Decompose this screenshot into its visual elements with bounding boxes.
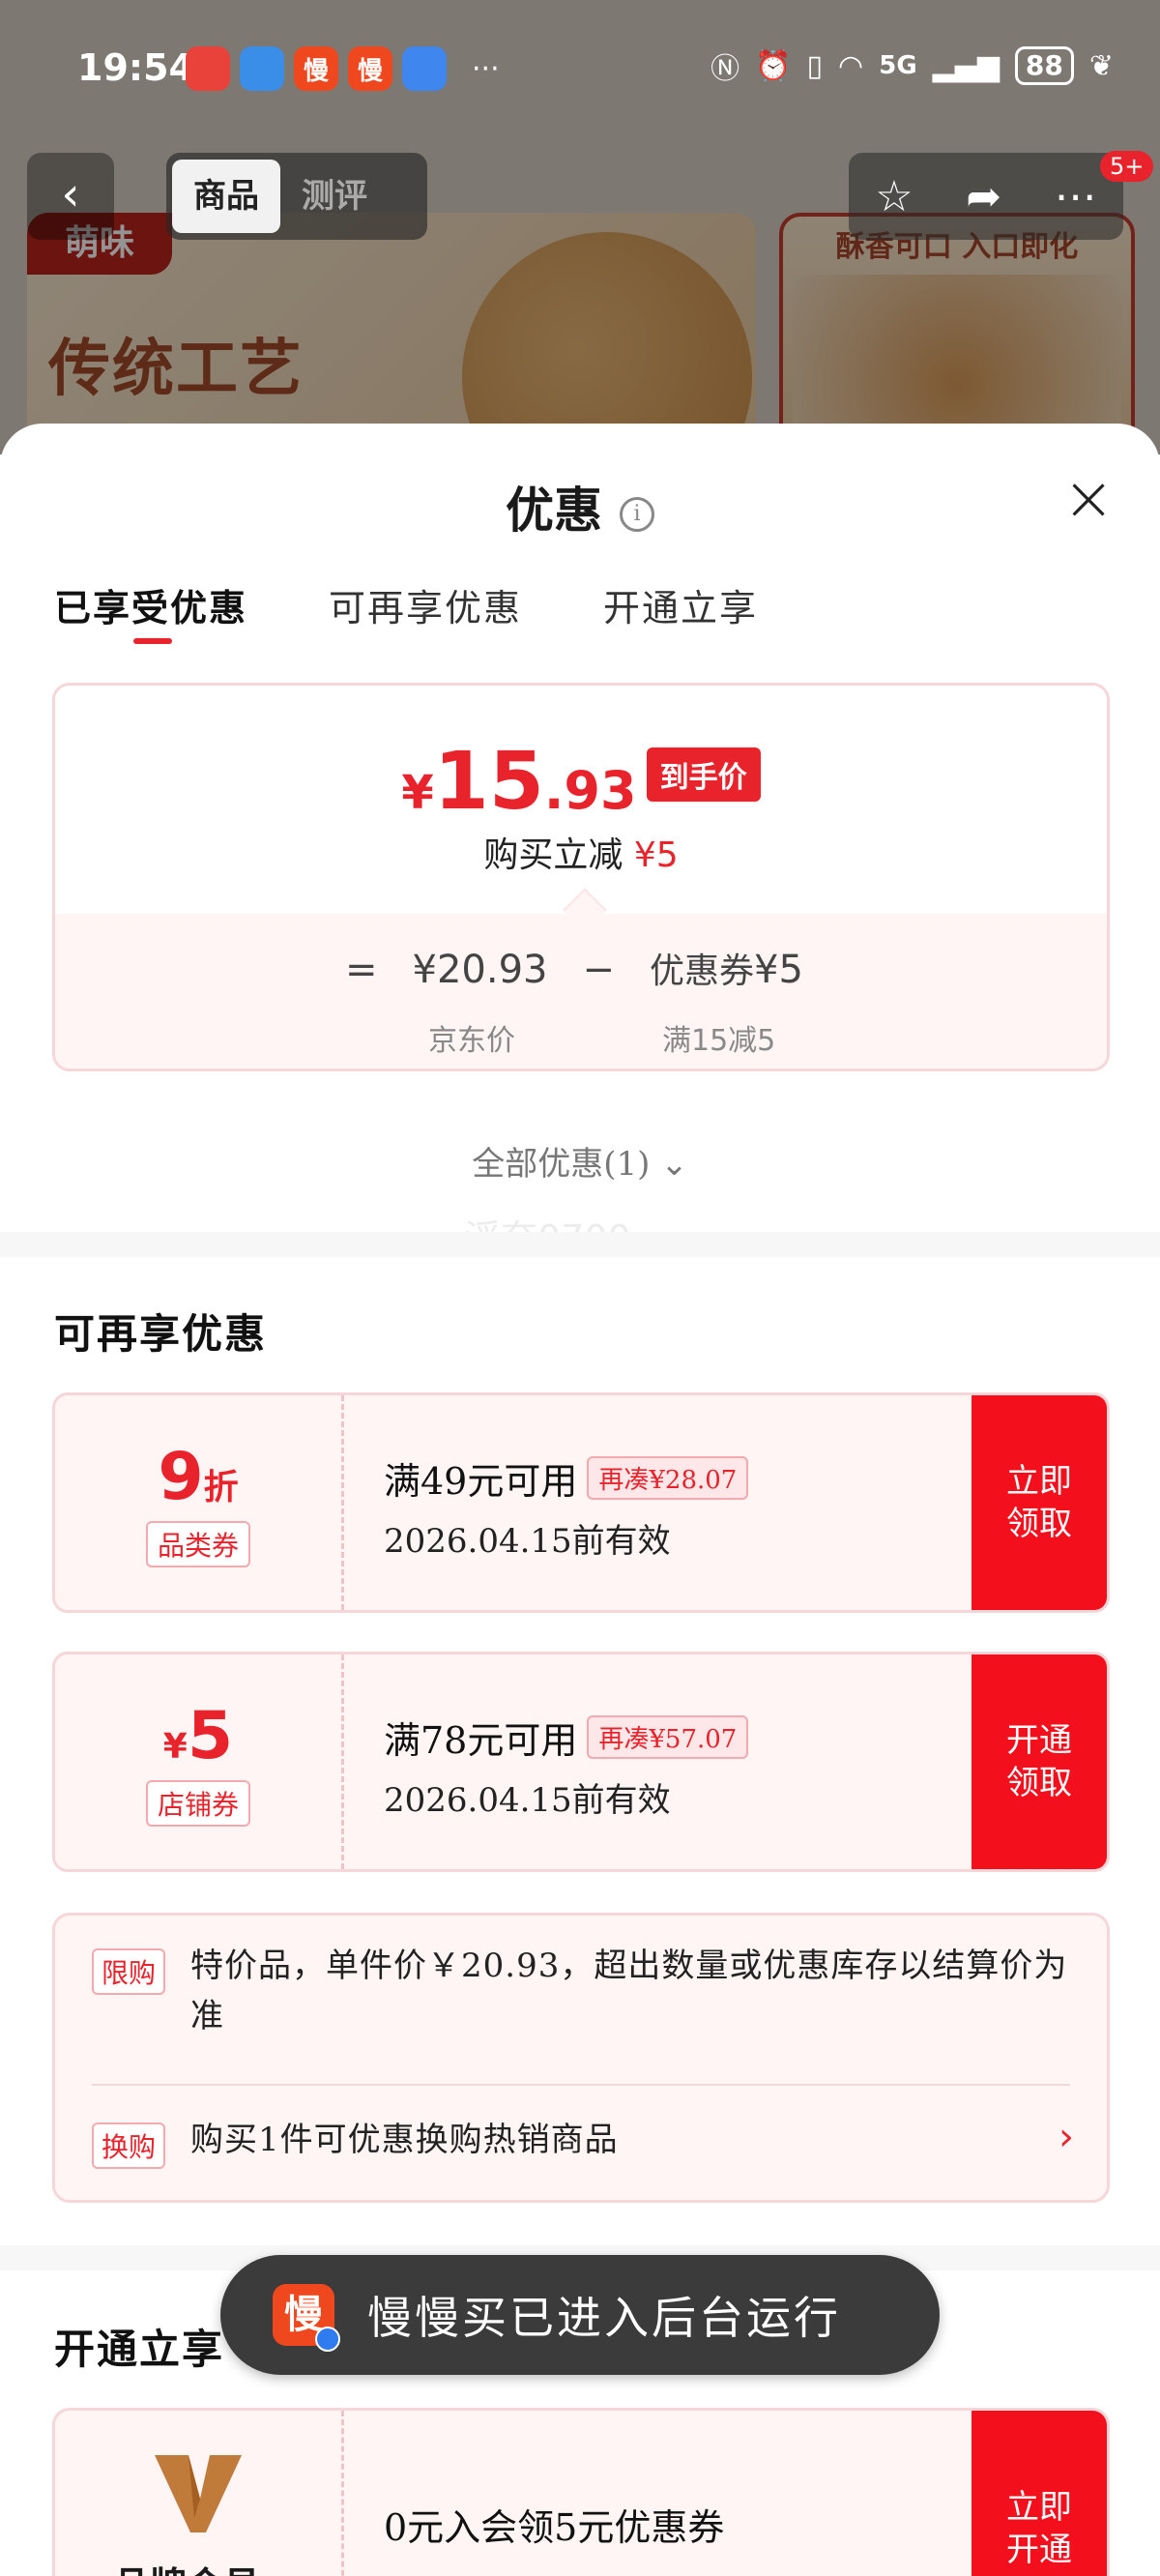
product-nav-tabs: 商品 测评 [166,153,427,240]
coupon-value: ¥5 [162,1697,234,1774]
purchase-rules-card: 限购 特价品，单件价￥20.93，超出数量或优惠库存以结算价为准 换购 购买1件… [52,1913,1110,2203]
minus-sign: − [582,948,615,992]
tab-enjoyed[interactable]: 已享受优惠 [54,578,247,644]
all-promos-toggle[interactable]: 全部优惠(1) ⌄ [0,1137,1160,1185]
price-decimal: .93 [543,760,637,821]
info-icon[interactable]: i [620,497,654,532]
section-title-open: 开通立享 [54,2326,225,2373]
tab-reviews[interactable]: 测评 [280,160,389,233]
coupon-type: 品类券 [145,1520,250,1567]
star-icon[interactable]: ☆ [875,172,913,221]
sheet-title: 优惠 i [0,472,1160,542]
weather-app-icon [240,46,284,91]
price-formula: = ¥20.93 − 优惠券¥5 [345,943,803,993]
join-member-button[interactable]: 立即开通 [972,2411,1107,2576]
member-offer-text: 0元入会领5元优惠券 [384,2506,725,2549]
coupon-card: ¥5 店铺券 满78元可用 再凑¥57.07 2026.04.15前有效 开通领取 [52,1652,1110,1872]
more-notifications-icon: ··· [472,51,500,86]
wifi-icon: ◠ [838,48,864,83]
battery-indicator: 88 [1014,46,1074,85]
more-icon[interactable]: ⋯ [1055,172,1097,221]
pdd-app-icon [186,46,230,91]
jd-price: ¥20.93 [412,948,548,992]
manman-app-icon: 慢 [294,46,338,91]
price-currency: ¥ [401,766,434,820]
status-indicators: Ⓝ ⏰ ▯ ◠ 5G ▂▄▆ 88 ❦ [710,44,1114,87]
coupon-condition: 满78元可用 再凑¥57.07 [384,1711,749,1764]
signal-bars-icon: ▂▄▆ [932,48,1000,83]
status-bar: 19:54 慢慢 ··· Ⓝ ⏰ ▯ ◠ 5G ▂▄▆ 88 ❦ [0,0,1160,145]
coupon-expiry: 2026.04.15前有效 [384,1522,671,1561]
final-price-card: ¥15.93 到手价 购买立减 ¥5 = ¥20.93 − 优惠券¥5 京东价 满… [52,683,1110,1071]
coupon-expiry: 2026.04.15前有效 [384,1781,671,1820]
price-integer: 15 [433,736,544,828]
rule-text-exchange[interactable]: 购买1件可优惠换购热销商品 [190,2115,619,2165]
alarm-icon: ⏰ [755,48,792,83]
coupon-type: 店铺券 [145,1779,250,1827]
chevron-down-icon: ⌄ [660,1145,688,1184]
open-claim-button[interactable]: 开通领取 [972,1654,1107,1869]
product-nav-actions: ☆ ➦ ⋯ [849,153,1123,240]
section-title-more: 可再享优惠 [54,1310,268,1358]
price-breakdown: = ¥20.93 − 优惠券¥5 京东价 满15减5 [55,888,1107,1068]
section-divider [0,1232,1160,1257]
manman-app-icon: 慢 [273,2284,340,2352]
status-time: 19:54 [77,46,194,89]
manman-app-icon-2: 慢 [348,46,392,91]
close-icon[interactable]: × [1059,468,1117,530]
final-price: ¥15.93 到手价 [55,736,1107,828]
rule-tag-limit: 限购 [92,1948,166,1995]
rule-separator [92,2084,1070,2086]
sheet-title-text: 优惠 [506,482,602,539]
coupon-need-more: 再凑¥57.07 [587,1715,749,1759]
chevron-right-icon[interactable]: › [1058,2115,1074,2159]
tab-more-available[interactable]: 可再享优惠 [329,578,522,631]
coupon-label: 优惠券 [650,951,755,991]
rule-tag-exchange: 换购 [92,2122,166,2169]
coupon-rule: 满15减5 [662,1024,776,1058]
background-run-toast: 慢 慢慢买已进入后台运行 [220,2255,940,2375]
promotion-sheet: 优惠 i × 已享受优惠 可再享优惠 开通立享 ¥15.93 到手价 购买立减 ¥5… [0,424,1160,2576]
coupon-divider [341,1654,344,1869]
status-app-icons: 慢慢 ··· [186,46,500,91]
brand-v-logo [155,2455,242,2532]
promo-tabs: 已享受优惠 可再享优惠 开通立享 [54,578,758,644]
signal-5g: 5G [879,51,917,80]
instant-discount-amount: ¥5 [633,835,679,875]
coupon-condition: 满49元可用 再凑¥28.07 [384,1451,749,1505]
member-offer-card: 品牌会员 0元入会领5元优惠券 立即开通 [52,2408,1110,2576]
leaf-icon: ❦ [1088,48,1114,83]
member-label: 品牌会员 [113,2556,260,2576]
coupon-need-more: 再凑¥28.07 [587,1456,749,1500]
back-button[interactable]: ‹ [27,153,114,240]
tab-open-to-enjoy[interactable]: 开通立享 [603,578,758,631]
badge-dot [315,2327,340,2352]
coupon-divider [341,1395,344,1610]
coupon-divider [341,2411,344,2576]
coupon-card: 9折 品类券 满49元可用 再凑¥28.07 2026.04.15前有效 立即领取 [52,1392,1110,1613]
message-app-icon [402,46,447,91]
coupon-value: 9折 [158,1438,239,1515]
chevron-left-icon: ‹ [61,167,80,221]
instant-discount-label: 购买立减 [483,835,624,875]
rule-text-limit: 特价品，单件价￥20.93，超出数量或优惠库存以结算价为准 [190,1947,1068,2035]
equals-sign: = [345,948,378,992]
claim-coupon-button[interactable]: 立即领取 [972,1395,1107,1610]
all-promos-label: 全部优惠(1) [472,1145,651,1184]
notification-badge: 5+ [1100,151,1154,182]
vibrate-icon: ▯ [806,48,824,83]
share-icon[interactable]: ➦ [966,172,1001,221]
coupon-amount: ¥5 [754,948,803,992]
toast-text: 慢慢买已进入后台运行 [367,2292,841,2344]
jd-price-label: 京东价 [428,1024,515,1058]
instant-discount: 购买立减 ¥5 [55,827,1107,877]
tab-goods[interactable]: 商品 [172,160,280,233]
final-price-tag: 到手价 [646,747,761,802]
nfc-icon: Ⓝ [710,52,740,86]
